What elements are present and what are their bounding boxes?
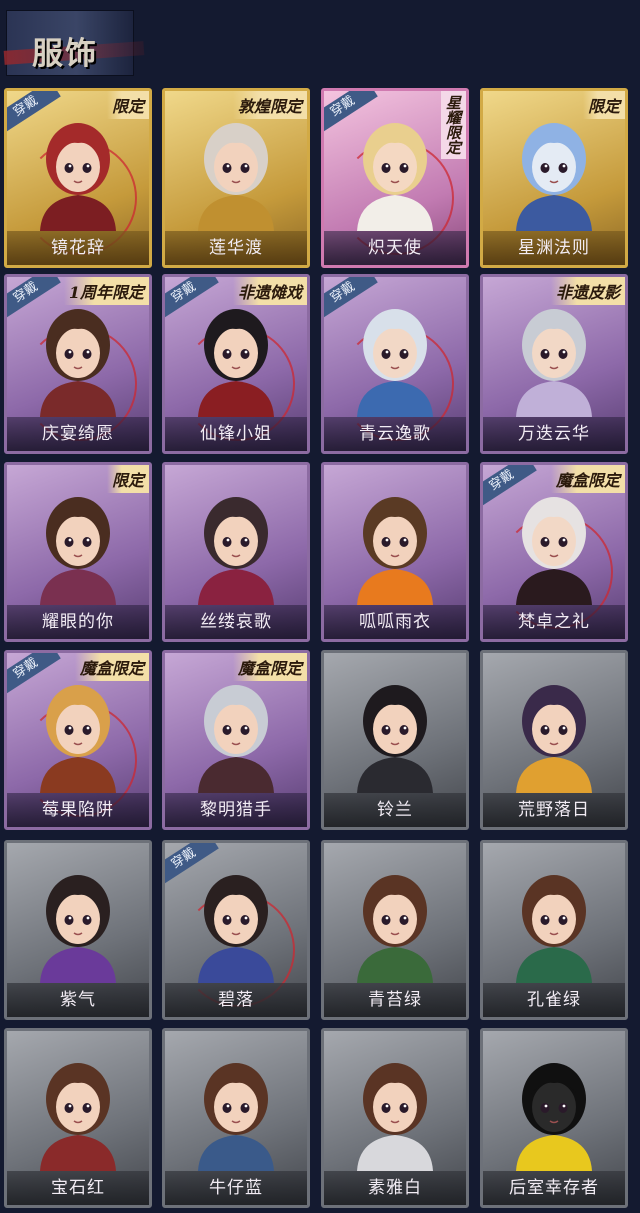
costume-card[interactable]: 星耀限定 穿戴 炽天使 bbox=[321, 88, 469, 268]
limited-tag: 非遗皮影 bbox=[550, 277, 625, 305]
costume-name: 碧落 bbox=[165, 983, 307, 1017]
character-portrait bbox=[40, 875, 116, 983]
section-header: 服饰 bbox=[3, 10, 145, 76]
character-portrait bbox=[198, 497, 274, 605]
costume-name: 丝缕哀歌 bbox=[165, 605, 307, 639]
costume-card[interactable]: 牛仔蓝 bbox=[162, 1028, 310, 1208]
character-portrait bbox=[198, 685, 274, 793]
costume-card[interactable]: 丝缕哀歌 bbox=[162, 462, 310, 642]
costume-card[interactable]: 非遗皮影万迭云华 bbox=[480, 274, 628, 454]
costume-name: 万迭云华 bbox=[483, 417, 625, 451]
character-portrait bbox=[357, 123, 433, 231]
costume-name: 宝石红 bbox=[7, 1171, 149, 1205]
costume-card[interactable]: 青苔绿 bbox=[321, 840, 469, 1020]
character-portrait bbox=[516, 497, 592, 605]
costume-name: 莓果陷阱 bbox=[7, 793, 149, 827]
character-portrait bbox=[357, 685, 433, 793]
costume-card[interactable]: 荒野落日 bbox=[480, 650, 628, 830]
costume-card[interactable]: 紫气 bbox=[4, 840, 152, 1020]
character-portrait bbox=[198, 875, 274, 983]
limited-tag: 魔盒限定 bbox=[550, 465, 625, 493]
costume-name: 炽天使 bbox=[324, 231, 466, 265]
character-portrait bbox=[40, 123, 116, 231]
costume-card[interactable]: 铃兰 bbox=[321, 650, 469, 830]
costume-name: 铃兰 bbox=[324, 793, 466, 827]
costume-card[interactable]: 非遗傩戏 穿戴 仙锋小姐 bbox=[162, 274, 310, 454]
costume-card[interactable]: 孔雀绿 bbox=[480, 840, 628, 1020]
limited-tag: 1周年限定 bbox=[63, 277, 149, 305]
limited-tag: 敦煌限定 bbox=[232, 91, 307, 119]
costume-name: 荒野落日 bbox=[483, 793, 625, 827]
costume-name: 庆宴绮愿 bbox=[7, 417, 149, 451]
character-portrait bbox=[40, 685, 116, 793]
costume-card[interactable]: 素雅白 bbox=[321, 1028, 469, 1208]
limited-tag: 限定 bbox=[106, 91, 149, 119]
costume-card[interactable]: 呱呱雨衣 bbox=[321, 462, 469, 642]
costume-card[interactable]: 限定星渊法则 bbox=[480, 88, 628, 268]
costume-name: 青云逸歌 bbox=[324, 417, 466, 451]
character-portrait bbox=[516, 123, 592, 231]
limited-tag: 魔盒限定 bbox=[232, 653, 307, 681]
costume-card[interactable]: 魔盒限定 穿戴 梵卓之礼 bbox=[480, 462, 628, 642]
page-title: 服饰 bbox=[32, 36, 98, 72]
costume-name: 后室幸存者 bbox=[483, 1171, 625, 1205]
limited-tag: 魔盒限定 bbox=[74, 653, 149, 681]
costume-name: 紫气 bbox=[7, 983, 149, 1017]
costume-name: 青苔绿 bbox=[324, 983, 466, 1017]
costume-card[interactable]: 1周年限定 穿戴 庆宴绮愿 bbox=[4, 274, 152, 454]
costume-card[interactable]: 魔盒限定黎明猎手 bbox=[162, 650, 310, 830]
costume-name: 莲华渡 bbox=[165, 231, 307, 265]
limited-tag: 限定 bbox=[106, 465, 149, 493]
costume-name: 牛仔蓝 bbox=[165, 1171, 307, 1205]
character-portrait bbox=[516, 875, 592, 983]
character-portrait bbox=[198, 123, 274, 231]
character-portrait bbox=[40, 309, 116, 417]
costume-name: 素雅白 bbox=[324, 1171, 466, 1205]
character-portrait bbox=[516, 685, 592, 793]
character-portrait bbox=[198, 1063, 274, 1171]
costume-card[interactable]: 穿戴 碧落 bbox=[162, 840, 310, 1020]
character-portrait bbox=[357, 309, 433, 417]
costume-name: 星渊法则 bbox=[483, 231, 625, 265]
costume-name: 耀眼的你 bbox=[7, 605, 149, 639]
character-portrait bbox=[516, 309, 592, 417]
costume-name: 呱呱雨衣 bbox=[324, 605, 466, 639]
limited-tag: 非遗傩戏 bbox=[232, 277, 307, 305]
costume-name: 黎明猎手 bbox=[165, 793, 307, 827]
character-portrait bbox=[40, 1063, 116, 1171]
costume-name: 梵卓之礼 bbox=[483, 605, 625, 639]
character-portrait bbox=[357, 497, 433, 605]
costume-name: 孔雀绿 bbox=[483, 983, 625, 1017]
character-portrait bbox=[516, 1063, 592, 1171]
costume-card[interactable]: 后室幸存者 bbox=[480, 1028, 628, 1208]
costume-card[interactable]: 宝石红 bbox=[4, 1028, 152, 1208]
costume-name: 镜花辞 bbox=[7, 231, 149, 265]
costume-card[interactable]: 魔盒限定 穿戴 莓果陷阱 bbox=[4, 650, 152, 830]
limited-tag: 星耀限定 bbox=[441, 91, 466, 159]
character-portrait bbox=[357, 1063, 433, 1171]
character-portrait bbox=[198, 309, 274, 417]
costume-card[interactable]: 限定 穿戴 镜花辞 bbox=[4, 88, 152, 268]
costume-name: 仙锋小姐 bbox=[165, 417, 307, 451]
limited-tag: 限定 bbox=[582, 91, 625, 119]
costume-card[interactable]: 穿戴 青云逸歌 bbox=[321, 274, 469, 454]
costume-card[interactable]: 敦煌限定莲华渡 bbox=[162, 88, 310, 268]
costume-card[interactable]: 限定耀眼的你 bbox=[4, 462, 152, 642]
character-portrait bbox=[357, 875, 433, 983]
costume-grid: 限定 穿戴 镜花辞 敦煌限定 莲华渡 星耀限定 穿戴 炽天使 限定 星渊法则 1周年限定 穿戴 庆宴绮愿… bbox=[4, 88, 636, 1208]
character-portrait bbox=[40, 497, 116, 605]
